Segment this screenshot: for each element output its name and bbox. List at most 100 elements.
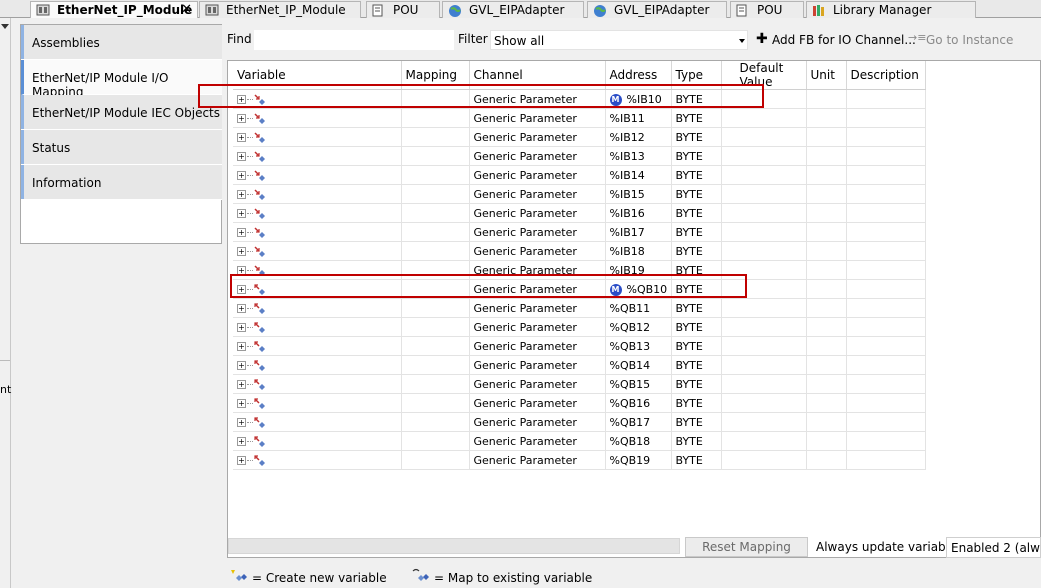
cell-mapping[interactable] bbox=[401, 241, 470, 261]
column-header-mapping[interactable]: Mapping bbox=[401, 61, 470, 90]
close-icon[interactable]: ✕ bbox=[181, 2, 192, 17]
tab-5[interactable]: GVL_EIPAdapter bbox=[587, 1, 727, 18]
cell-description[interactable] bbox=[846, 127, 926, 147]
cell-unit[interactable] bbox=[806, 279, 847, 299]
cell-variable[interactable]: + bbox=[233, 412, 402, 432]
table-row[interactable]: + Generic Parameter %IB19 BYTE bbox=[233, 260, 926, 280]
cell-unit[interactable] bbox=[806, 165, 847, 185]
cell-unit[interactable] bbox=[806, 89, 847, 109]
expand-plus-icon[interactable]: + bbox=[237, 418, 246, 427]
cell-description[interactable] bbox=[846, 241, 926, 261]
cell-default-value[interactable] bbox=[721, 393, 807, 413]
cell-unit[interactable] bbox=[806, 222, 847, 242]
tab-6[interactable]: POU bbox=[730, 1, 804, 18]
cell-mapping[interactable] bbox=[401, 203, 470, 223]
cell-description[interactable] bbox=[846, 260, 926, 280]
expand-plus-icon[interactable]: + bbox=[237, 399, 246, 408]
cell-variable[interactable]: + bbox=[233, 108, 402, 128]
cell-default-value[interactable] bbox=[721, 260, 807, 280]
table-row[interactable]: + Generic Parameter %IB13 BYTE bbox=[233, 146, 926, 166]
table-row[interactable]: + Generic Parameter %IB12 BYTE bbox=[233, 127, 926, 147]
cell-default-value[interactable] bbox=[721, 203, 807, 223]
cell-default-value[interactable] bbox=[721, 241, 807, 261]
cell-variable[interactable]: + bbox=[233, 431, 402, 451]
cell-unit[interactable] bbox=[806, 450, 847, 470]
cell-description[interactable] bbox=[846, 450, 926, 470]
cell-mapping[interactable] bbox=[401, 412, 470, 432]
cell-default-value[interactable] bbox=[721, 317, 807, 337]
table-row[interactable]: + Generic Parameter %QB13 BYTE bbox=[233, 336, 926, 356]
cell-description[interactable] bbox=[846, 298, 926, 318]
cell-unit[interactable] bbox=[806, 412, 847, 432]
cell-unit[interactable] bbox=[806, 393, 847, 413]
cell-variable[interactable]: + bbox=[233, 222, 402, 242]
cell-default-value[interactable] bbox=[721, 184, 807, 204]
table-row[interactable]: + Generic Parameter %IB11 BYTE bbox=[233, 108, 926, 128]
table-row[interactable]: + Generic Parameter %QB17 BYTE bbox=[233, 412, 926, 432]
tab-3[interactable]: POU bbox=[366, 1, 440, 18]
cell-unit[interactable] bbox=[806, 431, 847, 451]
column-header-description[interactable]: Description bbox=[846, 61, 926, 90]
cell-description[interactable] bbox=[846, 279, 926, 299]
table-row[interactable]: + Generic Parameter %QB16 BYTE bbox=[233, 393, 926, 413]
cell-variable[interactable]: + bbox=[233, 336, 402, 356]
cell-variable[interactable]: + bbox=[233, 393, 402, 413]
cell-mapping[interactable] bbox=[401, 127, 470, 147]
cell-variable[interactable]: + bbox=[233, 203, 402, 223]
expand-plus-icon[interactable]: + bbox=[237, 304, 246, 313]
cell-default-value[interactable] bbox=[721, 127, 807, 147]
cell-mapping[interactable] bbox=[401, 317, 470, 337]
cell-description[interactable] bbox=[846, 184, 926, 204]
cell-variable[interactable]: + bbox=[233, 241, 402, 261]
nav-item-status[interactable]: Status bbox=[21, 130, 222, 165]
cell-variable[interactable]: + bbox=[233, 279, 402, 299]
nav-item-assemblies[interactable]: Assemblies bbox=[21, 25, 222, 60]
nav-item-iec-objects[interactable]: EtherNet/IP Module IEC Objects bbox=[21, 95, 222, 130]
cell-variable[interactable]: + bbox=[233, 184, 402, 204]
cell-default-value[interactable] bbox=[721, 108, 807, 128]
cell-unit[interactable] bbox=[806, 146, 847, 166]
cell-description[interactable] bbox=[846, 336, 926, 356]
cell-default-value[interactable] bbox=[721, 374, 807, 394]
nav-item-io-mapping[interactable]: EtherNet/IP Module I/O Mapping bbox=[21, 60, 222, 99]
cell-mapping[interactable] bbox=[401, 146, 470, 166]
tab-7[interactable]: Library Manager bbox=[806, 1, 976, 18]
cell-default-value[interactable] bbox=[721, 412, 807, 432]
pane-dropdown-arrow-icon[interactable] bbox=[1, 24, 9, 29]
expand-plus-icon[interactable]: + bbox=[237, 342, 246, 351]
cell-mapping[interactable] bbox=[401, 279, 470, 299]
table-row[interactable]: + Generic Parameter %IB18 BYTE bbox=[233, 241, 926, 261]
column-header-variable[interactable]: Variable bbox=[233, 61, 402, 90]
cell-variable[interactable]: + bbox=[233, 89, 402, 109]
cell-variable[interactable]: + bbox=[233, 355, 402, 375]
cell-variable[interactable]: + bbox=[233, 165, 402, 185]
cell-unit[interactable] bbox=[806, 260, 847, 280]
table-row[interactable]: + Generic Parameter %QB15 BYTE bbox=[233, 374, 926, 394]
expand-plus-icon[interactable]: + bbox=[237, 380, 246, 389]
cell-unit[interactable] bbox=[806, 184, 847, 204]
cell-mapping[interactable] bbox=[401, 298, 470, 318]
cell-mapping[interactable] bbox=[401, 89, 470, 109]
cell-unit[interactable] bbox=[806, 127, 847, 147]
table-row[interactable]: + Generic Parameter %QB12 BYTE bbox=[233, 317, 926, 337]
expand-plus-icon[interactable]: + bbox=[237, 228, 246, 237]
cell-description[interactable] bbox=[846, 393, 926, 413]
cell-description[interactable] bbox=[846, 89, 926, 109]
expand-plus-icon[interactable]: + bbox=[237, 133, 246, 142]
expand-plus-icon[interactable]: + bbox=[237, 95, 246, 104]
expand-plus-icon[interactable]: + bbox=[237, 247, 246, 256]
cell-default-value[interactable] bbox=[721, 222, 807, 242]
nav-item-information[interactable]: Information bbox=[21, 165, 222, 200]
cell-description[interactable] bbox=[846, 146, 926, 166]
cell-description[interactable] bbox=[846, 317, 926, 337]
cell-description[interactable] bbox=[846, 431, 926, 451]
column-header-channel[interactable]: Channel bbox=[469, 61, 606, 90]
expand-plus-icon[interactable]: + bbox=[237, 437, 246, 446]
cell-description[interactable] bbox=[846, 374, 926, 394]
cell-default-value[interactable] bbox=[721, 89, 807, 109]
cell-mapping[interactable] bbox=[401, 374, 470, 394]
expand-plus-icon[interactable]: + bbox=[237, 171, 246, 180]
always-update-select[interactable]: Enabled 2 (always bbox=[946, 537, 1041, 558]
table-row[interactable]: + Generic Parameter %IB14 BYTE bbox=[233, 165, 926, 185]
cell-unit[interactable] bbox=[806, 336, 847, 356]
